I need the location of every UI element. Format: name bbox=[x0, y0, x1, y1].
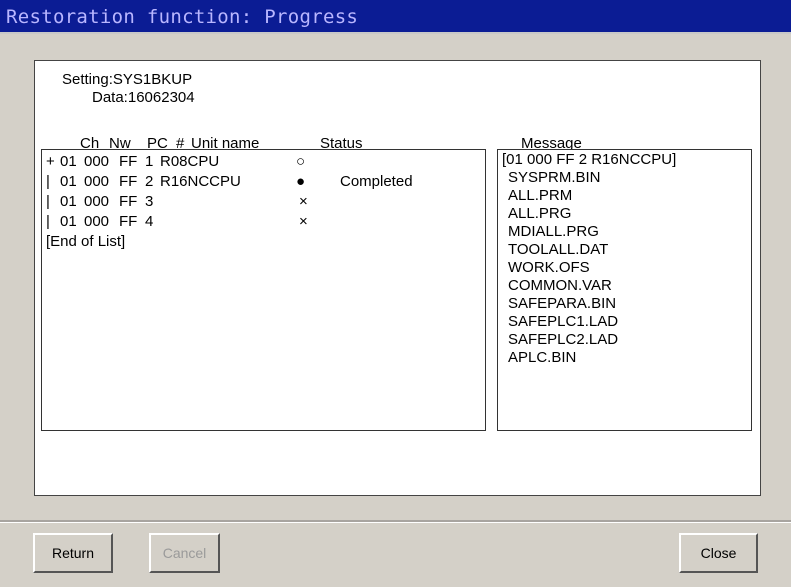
message-item: ALL.PRM bbox=[508, 187, 573, 204]
cancel-button[interactable]: Cancel bbox=[149, 533, 220, 573]
message-item: SAFEPLC1.LAD bbox=[508, 313, 619, 330]
list-item[interactable]: | 01 000 FF 3 × bbox=[46, 192, 483, 212]
message-item: SAFEPARA.BIN bbox=[508, 295, 617, 312]
end-of-list: [End of List] bbox=[46, 233, 126, 250]
button-bar-divider bbox=[0, 520, 791, 523]
window-title: Restoration function: Progress bbox=[6, 6, 359, 28]
list-item[interactable]: | 01 000 FF 2 R16NCCPU ● Completed bbox=[46, 172, 483, 192]
message-list[interactable]: [01 000 FF 2 R16NCCPU] SYSPRM.BIN ALL.PR… bbox=[497, 149, 752, 431]
unit-list[interactable]: + 01 000 FF 1 R08CPU ○ | 01 000 FF 2 R16… bbox=[41, 149, 486, 431]
setting-label: Setting:SYS1BKUP bbox=[62, 71, 193, 88]
status-text: Completed bbox=[340, 173, 413, 190]
message-item: APLC.BIN bbox=[508, 349, 577, 366]
return-button[interactable]: Return bbox=[33, 533, 113, 573]
message-item: [01 000 FF 2 R16NCCPU] bbox=[502, 151, 677, 168]
message-item: SYSPRM.BIN bbox=[508, 169, 601, 186]
list-item[interactable]: | 01 000 FF 4 × bbox=[46, 212, 483, 232]
state-empty-circle-icon: ○ bbox=[296, 153, 306, 170]
data-label: Data:16062304 bbox=[92, 89, 195, 106]
message-item: MDIALL.PRG bbox=[508, 223, 599, 240]
list-item[interactable]: + 01 000 FF 1 R08CPU ○ bbox=[46, 152, 483, 172]
title-bar: Restoration function: Progress bbox=[0, 0, 791, 34]
message-item: WORK.OFS bbox=[508, 259, 590, 276]
close-button[interactable]: Close bbox=[679, 533, 758, 573]
state-filled-circle-icon: ● bbox=[296, 173, 306, 190]
message-item: ALL.PRG bbox=[508, 205, 572, 222]
message-item: TOOLALL.DAT bbox=[508, 241, 609, 258]
progress-panel: Setting:SYS1BKUP Data:16062304 Ch Nw PC … bbox=[34, 60, 761, 496]
state-cross-icon: × bbox=[299, 193, 308, 210]
message-item: SAFEPLC2.LAD bbox=[508, 331, 619, 348]
state-cross-icon: × bbox=[299, 213, 308, 230]
message-item: COMMON.VAR bbox=[508, 277, 612, 294]
